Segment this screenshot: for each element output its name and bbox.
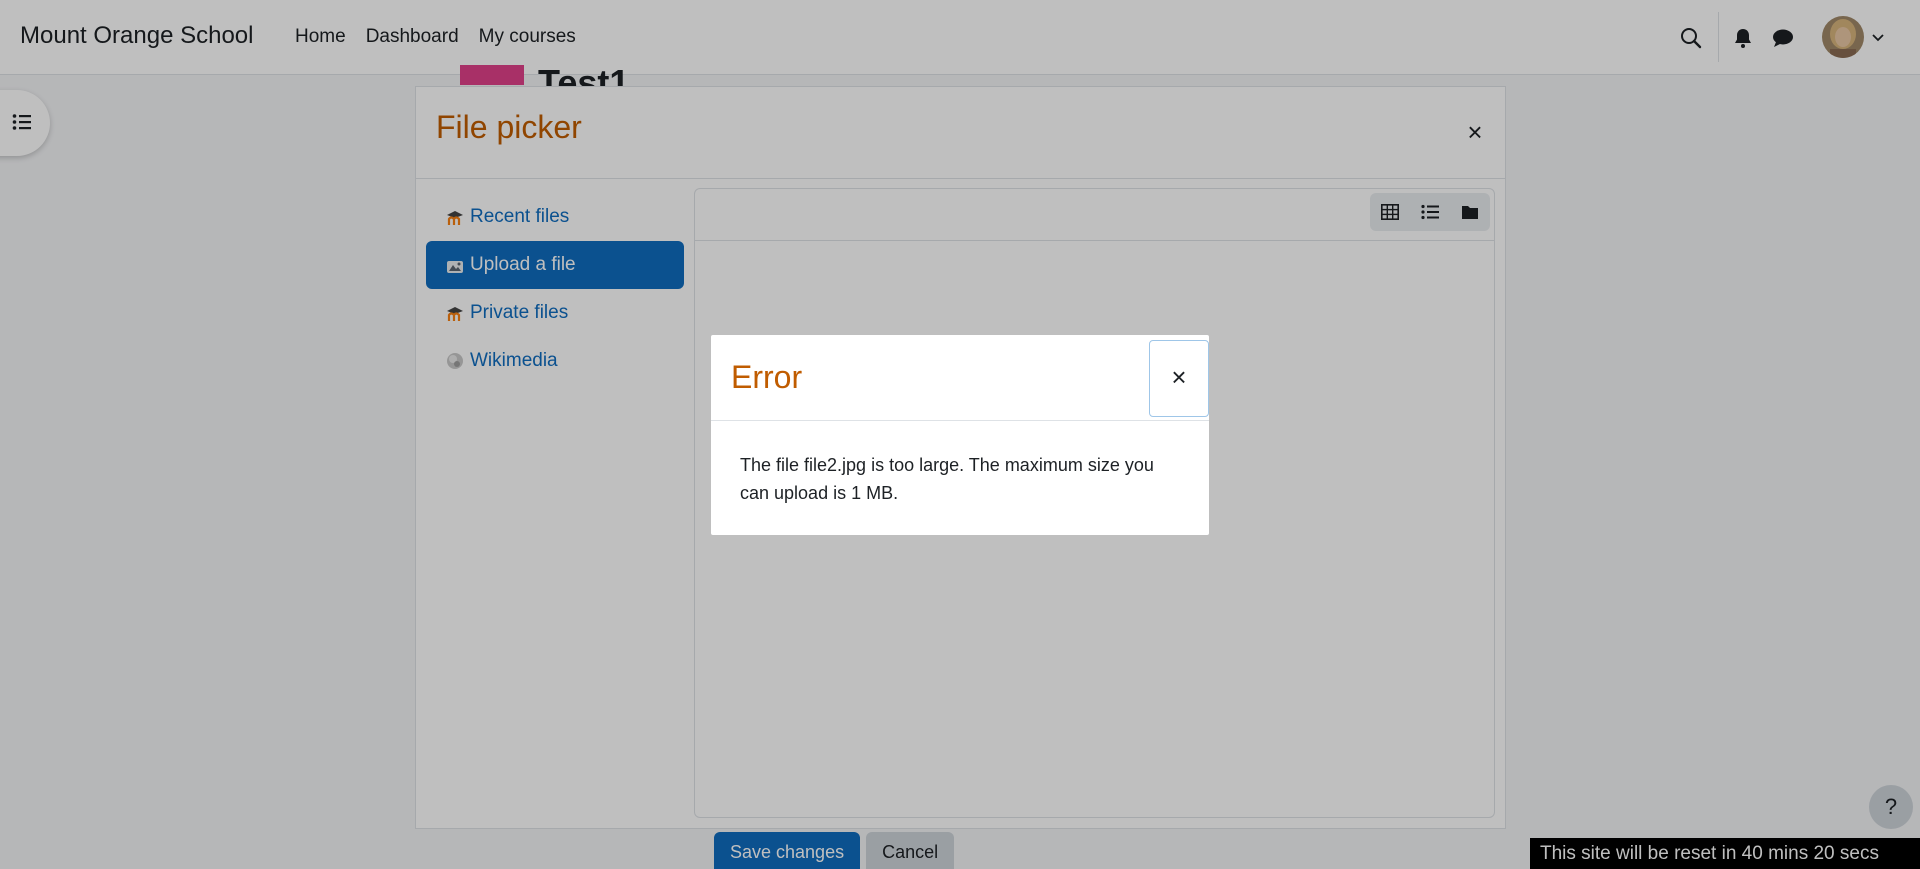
error-dialog-header: Error × bbox=[711, 335, 1209, 421]
error-message: The file file2.jpg is too large. The max… bbox=[740, 455, 1154, 503]
error-dialog-title: Error bbox=[731, 359, 803, 395]
error-dialog-close-button[interactable]: × bbox=[1149, 340, 1209, 417]
error-dialog: Error × The file file2.jpg is too large.… bbox=[711, 335, 1209, 535]
